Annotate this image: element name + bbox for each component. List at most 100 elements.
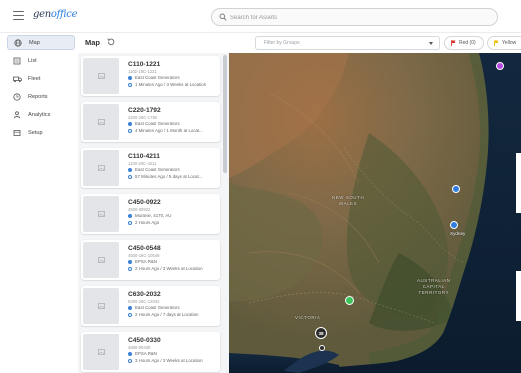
- image-placeholder-icon: [97, 165, 105, 171]
- location-pin-icon: [128, 75, 132, 80]
- asset-time: 2 Hours Ago / 7 days at Location: [128, 312, 198, 317]
- region-label-victoria: VICTORIA: [295, 315, 321, 320]
- group-filter-placeholder: Filter by Groups: [264, 40, 300, 46]
- asset-marker-green[interactable]: [345, 296, 354, 305]
- location-pin-icon: [128, 351, 132, 356]
- group-filter-select[interactable]: Filter by Groups: [255, 36, 440, 50]
- clock-icon: [128, 220, 132, 225]
- asset-marker-blue[interactable]: [450, 221, 458, 229]
- sidebar-item-label: Analytics: [28, 111, 51, 118]
- sidebar-item-label: Map: [29, 39, 40, 46]
- region-label-nsw: NEW SOUTH WALES: [332, 195, 365, 206]
- menu-icon[interactable]: [13, 11, 24, 20]
- asset-name: C220-1792: [128, 107, 161, 114]
- clock-icon: [128, 174, 132, 179]
- map-view[interactable]: NEW SOUTH WALES AUSTRALIAN CAPITAL TERRITOR…: [229, 53, 521, 373]
- asset-location: EPSA R&N: [128, 351, 157, 356]
- map-control-strip[interactable]: [516, 153, 521, 213]
- map-control-strip[interactable]: [516, 271, 521, 321]
- sidebar-item-reports[interactable]: Reports: [7, 89, 75, 104]
- status-chip-red[interactable]: Red (0): [444, 36, 484, 50]
- asset-thumbnail: [83, 196, 119, 232]
- globe-icon: [13, 38, 23, 47]
- search-input[interactable]: [230, 11, 480, 24]
- sidebar-item-label: Setup: [28, 129, 43, 136]
- sidebar-item-setup[interactable]: Setup: [7, 125, 75, 140]
- asset-time: 2 Hours Ago / 3 Weeks at Location: [128, 266, 203, 271]
- asset-name: C630-2032: [128, 291, 161, 298]
- image-placeholder-icon: [97, 257, 105, 263]
- sidebar-item-analytics[interactable]: Analytics: [7, 107, 75, 122]
- asset-name: C450-0548: [128, 245, 161, 252]
- location-pin-icon: [128, 259, 132, 264]
- top-bar: genoffice: [0, 0, 521, 33]
- asset-serial: 4500-18C-10548: [128, 253, 160, 258]
- location-pin-icon: [128, 213, 132, 218]
- search-icon: [219, 13, 227, 23]
- list-scrollbar[interactable]: [223, 55, 227, 173]
- asset-name: C450-0922: [128, 199, 161, 206]
- asset-location: East Coast Generators: [128, 75, 180, 80]
- satellite-terrain: [229, 53, 521, 373]
- asset-list[interactable]: C110-1221 1102-18C-1221 East Coast Gener…: [78, 53, 229, 373]
- asset-location: East Coast Generators: [128, 305, 180, 310]
- asset-card[interactable]: C220-1792 2200-18C-1792 East Coast Gener…: [81, 102, 220, 142]
- asset-marker-blue[interactable]: [452, 185, 460, 193]
- asset-card[interactable]: C450-0548 4500-18C-10548 EPSA R&N 2 Hour…: [81, 240, 220, 280]
- asset-serial: 6300-18C-12032: [128, 299, 160, 304]
- asset-card[interactable]: C450-0922 4500-00922 Muranie, 4170, AU 2…: [81, 194, 220, 234]
- search-bar[interactable]: [211, 8, 498, 26]
- asset-card[interactable]: C110-1221 1102-18C-1221 East Coast Gener…: [81, 56, 220, 96]
- analytics-icon: [12, 110, 22, 119]
- app-logo[interactable]: genoffice: [33, 9, 78, 20]
- clock-icon: [128, 266, 132, 271]
- asset-thumbnail: [83, 150, 119, 186]
- location-pin-icon: [128, 305, 132, 310]
- image-placeholder-icon: [97, 349, 105, 355]
- location-pin-icon: [128, 167, 132, 172]
- asset-card[interactable]: C630-2032 6300-18C-12032 East Coast Gene…: [81, 286, 220, 326]
- asset-marker-dark[interactable]: [319, 345, 325, 351]
- chip-label: Yellow: [502, 40, 517, 46]
- asset-time: 4 Minutes Ago / 1 Month at Locat...: [128, 128, 203, 133]
- clock-icon: [128, 312, 132, 317]
- asset-cluster-marker[interactable]: 38: [315, 327, 327, 339]
- setup-icon: [12, 129, 22, 137]
- city-label-sydney: Sydney: [450, 231, 466, 236]
- asset-thumbnail: [83, 288, 119, 324]
- asset-serial: 1100-20C-4211: [128, 161, 157, 166]
- image-placeholder-icon: [97, 211, 105, 217]
- list-icon: [12, 57, 22, 65]
- yellow-flag-icon: [494, 40, 499, 46]
- sidebar-item-fleet[interactable]: Fleet: [7, 71, 75, 86]
- asset-name: C110-4211: [128, 153, 160, 160]
- sidebar-item-list[interactable]: List: [7, 53, 75, 68]
- asset-time: 1 Minutes Ago / 3 Weeks at Location: [128, 82, 206, 87]
- asset-location: Muranie, 4170, AU: [128, 213, 171, 218]
- asset-thumbnail: [83, 58, 119, 94]
- refresh-icon[interactable]: [106, 37, 116, 49]
- asset-time: 2 Hours Ago: [128, 220, 159, 225]
- clock-icon: [12, 92, 22, 101]
- truck-icon: [12, 75, 22, 83]
- sidebar: Map List Fleet Reports Analytics Setup: [0, 33, 80, 373]
- asset-marker-purple[interactable]: [496, 62, 504, 70]
- sidebar-item-label: List: [28, 57, 37, 64]
- clock-icon: [128, 82, 132, 87]
- main-header: Map Filter by Groups Red (0) Yellow: [80, 33, 521, 53]
- asset-card[interactable]: C450-0330 4500-00330 EPSA R&N 3 Hours Ag…: [81, 332, 220, 372]
- asset-time: 3 Hours Ago / 3 Weeks at Location: [128, 358, 203, 363]
- asset-name: C450-0330: [128, 337, 161, 344]
- sidebar-item-map[interactable]: Map: [7, 35, 75, 50]
- asset-card[interactable]: C110-4211 1100-20C-4211 East Coast Gener…: [81, 148, 220, 188]
- image-placeholder-icon: [97, 303, 105, 309]
- clock-icon: [128, 128, 132, 133]
- image-placeholder-icon: [97, 119, 105, 125]
- asset-thumbnail: [83, 104, 119, 140]
- status-chip-yellow[interactable]: Yellow: [487, 36, 521, 50]
- asset-thumbnail: [83, 242, 119, 278]
- page-title: Map: [85, 38, 100, 47]
- image-placeholder-icon: [97, 73, 105, 79]
- chip-label: Red (0): [459, 40, 476, 46]
- asset-location: EPSA R&N: [128, 259, 157, 264]
